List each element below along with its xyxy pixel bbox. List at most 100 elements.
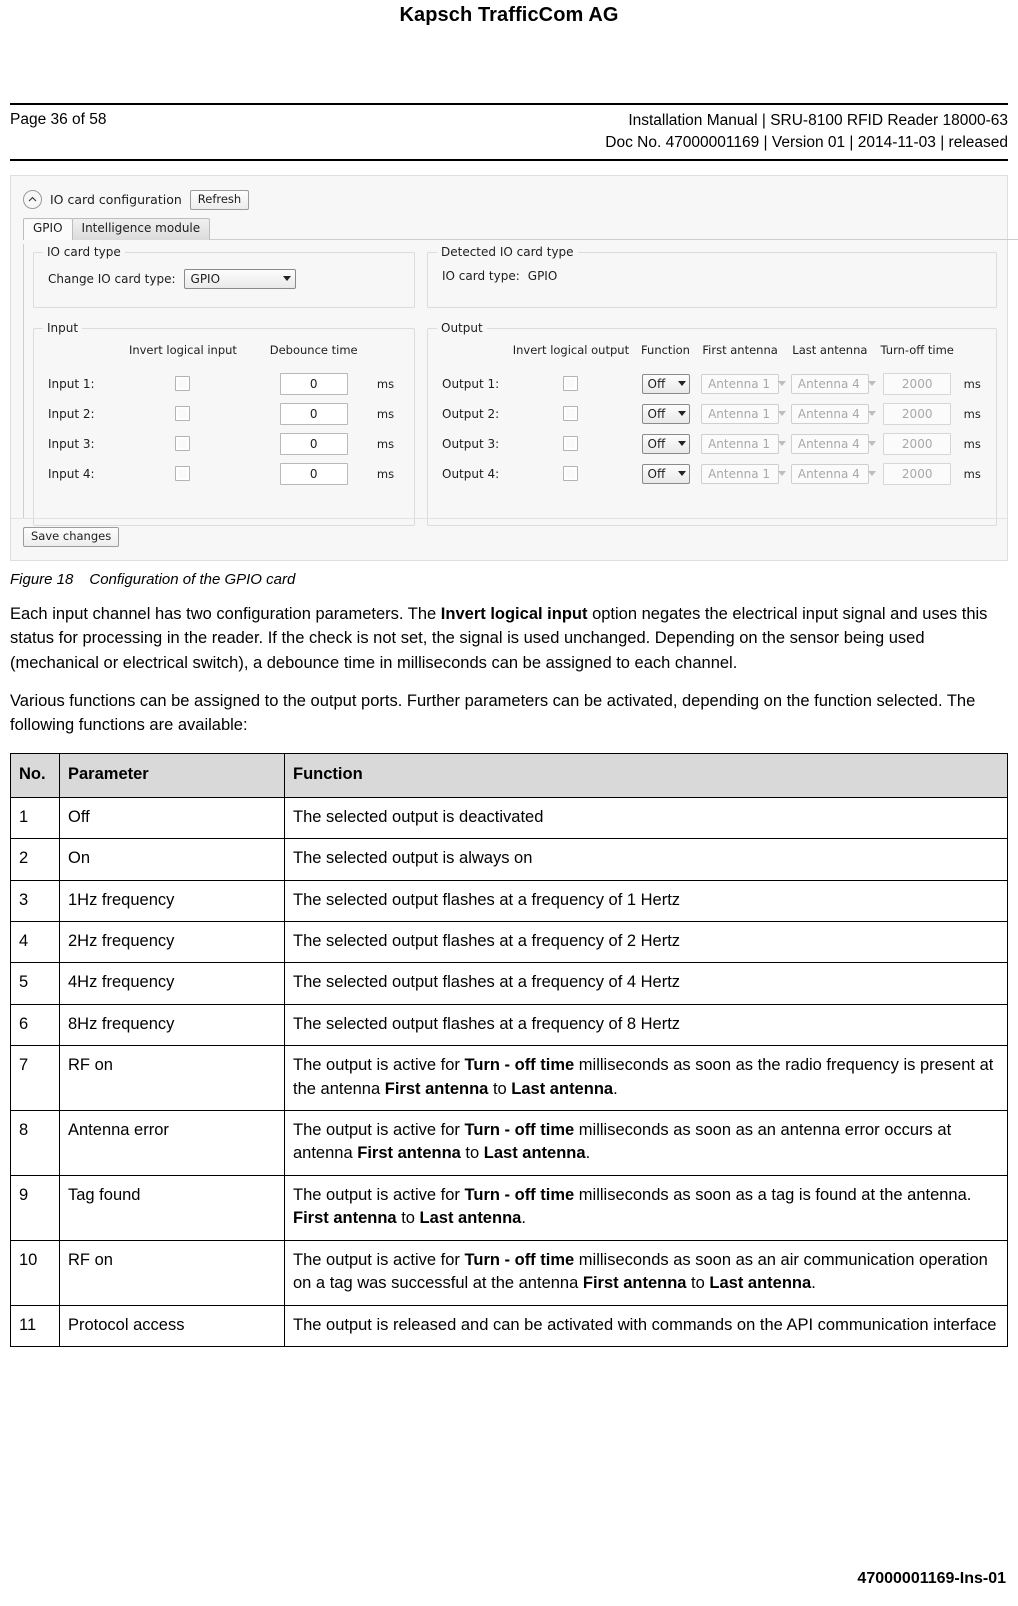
input-row: Input 4: 0 ms (44, 459, 404, 489)
output-3-last-antenna-select[interactable]: Antenna 4 (790, 433, 876, 454)
table-row: 9 Tag found The output is active for Turn … (10, 1174, 1008, 1241)
input-2-unit: ms (376, 406, 395, 421)
save-changes-button[interactable]: Save changes (23, 527, 120, 547)
input-1-label: Input 1: (48, 376, 95, 391)
refresh-button[interactable]: Refresh (189, 190, 250, 210)
chevron-down-icon (677, 441, 686, 447)
chevron-down-icon (677, 471, 686, 477)
output-4-last-antenna-value: Antenna 4 (797, 466, 860, 481)
table-row: 4 2Hz frequency The selected output flashe… (10, 920, 1008, 964)
input-3-label: Input 3: (48, 436, 95, 451)
cell-function: The output is active for Turn - off time… (284, 1174, 1008, 1241)
chevron-down-icon (778, 381, 787, 387)
functions-table: No. Parameter Function 1 Off The selected … (10, 753, 1008, 1348)
output-2-first-antenna-value: Antenna 1 (708, 406, 771, 421)
turn-off-time-header: Turn-off time (880, 342, 954, 357)
output-2-unit: ms (963, 406, 981, 421)
last-antenna-header: Last antenna (792, 342, 868, 357)
input-4-invert-checkbox[interactable] (175, 466, 191, 482)
input-3-debounce-input[interactable]: 0 (279, 432, 348, 455)
table-row: 10 RF on The output is active for Turn - o… (10, 1239, 1008, 1306)
cell-function: The selected output flashes at a frequen… (284, 1003, 1008, 1047)
chevron-up-icon[interactable] (23, 190, 42, 210)
input-1-debounce-input[interactable]: 0 (279, 372, 348, 395)
panel-title: IO card configuration (50, 192, 182, 208)
input-2-invert-checkbox[interactable] (175, 406, 191, 422)
input-2-debounce-input[interactable]: 0 (279, 402, 348, 425)
cell-parameter: Off (59, 796, 285, 840)
output-2-function-select[interactable]: Off (641, 403, 690, 424)
cell-no: 1 (10, 796, 60, 840)
output-4-function-select[interactable]: Off (641, 463, 690, 484)
output-3-turn-off-time-input[interactable]: 2000 (883, 432, 952, 455)
output-1-turn-off-time-input[interactable]: 2000 (883, 372, 952, 395)
output-4-invert-checkbox[interactable] (563, 466, 579, 482)
output-4-label: Output 4: (442, 466, 500, 481)
column-header-function: Function (284, 753, 1008, 798)
function-header: Function (641, 342, 690, 357)
input-4-debounce-input[interactable]: 0 (279, 462, 348, 485)
input-3-unit: ms (376, 436, 395, 451)
input-2-label: Input 2: (48, 406, 95, 421)
output-1-function-select[interactable]: Off (641, 373, 690, 394)
output-1-first-antenna-value: Antenna 1 (708, 376, 771, 391)
chevron-down-icon (778, 471, 787, 477)
cell-parameter: 2Hz frequency (59, 920, 285, 964)
cell-no: 9 (10, 1174, 60, 1241)
output-2-label: Output 2: (442, 406, 500, 421)
output-4-function-value: Off (647, 466, 666, 481)
cell-no: 6 (10, 1003, 60, 1047)
input-table: Invert logical input Debounce time Input… (44, 341, 404, 489)
output-4-last-antenna-select[interactable]: Antenna 4 (790, 463, 876, 484)
output-legend: Output (437, 320, 487, 335)
chevron-down-icon (867, 471, 876, 477)
cell-no: 2 (10, 838, 60, 881)
cell-no: 3 (10, 879, 60, 922)
company-name: Kapsch TrafficCom AG (399, 4, 619, 26)
tab-gpio[interactable]: GPIO (23, 217, 73, 240)
first-antenna-header: First antenna (702, 342, 778, 357)
detected-io-card-type-label: IO card type: (442, 268, 520, 283)
input-4-label: Input 4: (48, 466, 95, 481)
cell-parameter: Tag found (59, 1174, 285, 1241)
input-1-invert-checkbox[interactable] (175, 376, 191, 392)
detected-io-card-type-value: GPIO (527, 268, 558, 283)
chevron-down-icon (867, 411, 876, 417)
output-3-function-select[interactable]: Off (641, 433, 690, 454)
output-3-unit: ms (963, 436, 981, 451)
output-3-function-value: Off (647, 436, 666, 451)
output-1-last-antenna-select[interactable]: Antenna 4 (790, 373, 876, 394)
chevron-down-icon (282, 276, 291, 282)
input-group: Input Invert logical input Debounce time… (33, 320, 415, 526)
input-3-invert-checkbox[interactable] (175, 436, 191, 452)
chevron-down-icon (867, 441, 876, 447)
output-4-first-antenna-value: Antenna 1 (708, 466, 771, 481)
output-table: Invert logical output Function First ant… (438, 341, 986, 489)
output-2-first-antenna-select[interactable]: Antenna 1 (701, 403, 787, 424)
output-group: Output Invert logical output Function Fi… (427, 320, 997, 526)
save-bar: Save changes (11, 518, 1007, 560)
output-2-last-antenna-select[interactable]: Antenna 4 (790, 403, 876, 424)
output-row: Output 3: Off Antenna 1 Antenna 4 2000 m… (438, 429, 986, 459)
cell-no: 4 (10, 920, 60, 964)
output-3-first-antenna-select[interactable]: Antenna 1 (701, 433, 787, 454)
invert-logical-output-header: Invert logical output (512, 342, 630, 357)
invert-logical-input-header: Invert logical input (128, 342, 237, 357)
output-1-invert-checkbox[interactable] (563, 376, 579, 392)
paragraph-input-channels: Each input channel has two configuration… (10, 605, 988, 672)
figure-number: Figure 18 (10, 571, 74, 588)
output-2-invert-checkbox[interactable] (563, 406, 579, 422)
tab-intelligence-module[interactable]: Intelligence module (71, 217, 211, 240)
change-io-card-type-select[interactable]: GPIO (183, 268, 296, 289)
input-header-row: Invert logical input Debounce time (44, 341, 404, 369)
output-4-turn-off-time-input[interactable]: 2000 (883, 462, 952, 485)
output-3-invert-checkbox[interactable] (563, 436, 579, 452)
output-4-first-antenna-select[interactable]: Antenna 1 (701, 463, 787, 484)
output-2-turn-off-time-input[interactable]: 2000 (883, 402, 952, 425)
output-1-first-antenna-select[interactable]: Antenna 1 (701, 373, 787, 394)
chevron-down-icon (778, 441, 787, 447)
input-row: Input 2: 0 ms (44, 399, 404, 429)
input-legend: Input (43, 320, 83, 335)
page-header: Kapsch TrafficCom AG Page 36 of 58 Insta… (0, 0, 1018, 161)
output-4-unit: ms (963, 466, 981, 481)
